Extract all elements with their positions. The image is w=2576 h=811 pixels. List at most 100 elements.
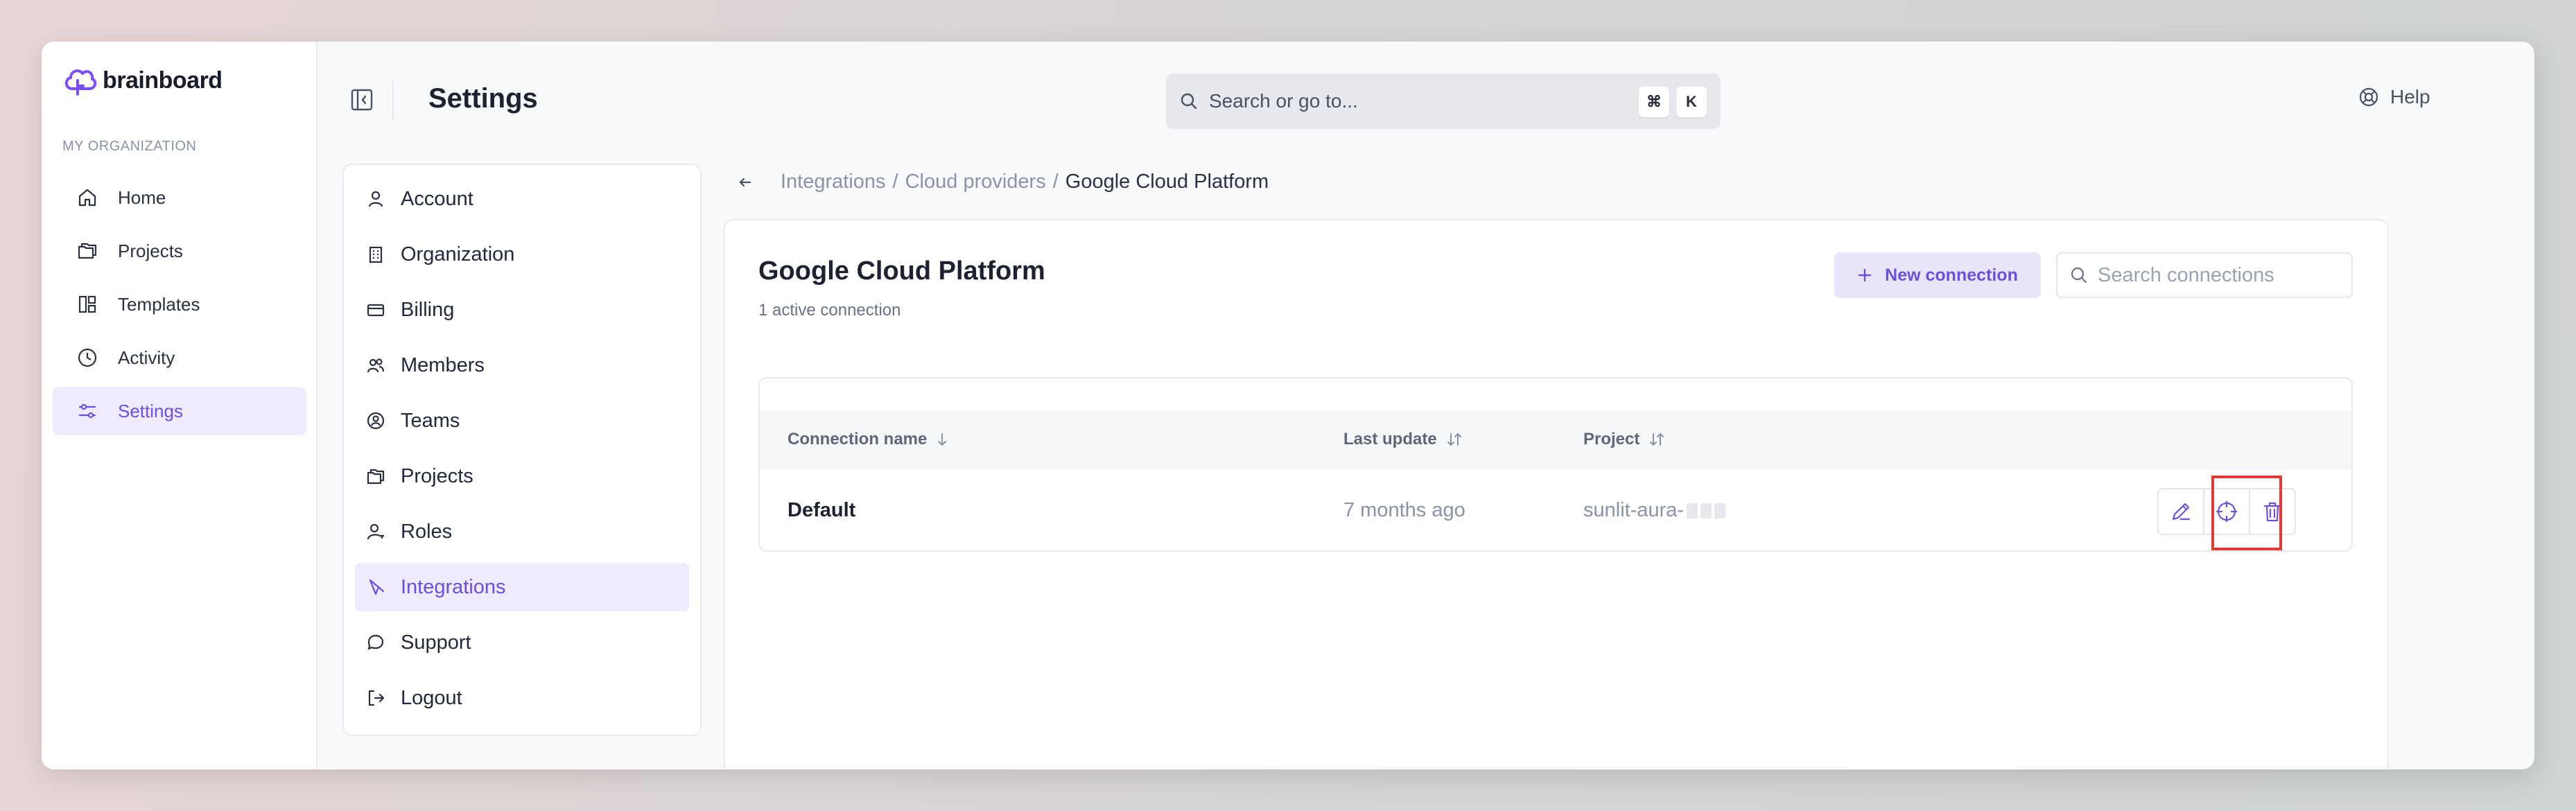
- search-icon: [2071, 267, 2087, 284]
- settings-item-label: Organization: [401, 243, 515, 265]
- settings-item-label: Members: [401, 354, 485, 376]
- settings-item-billing[interactable]: Billing: [355, 286, 689, 334]
- global-search[interactable]: Search or go to... ⌘ K: [1166, 73, 1721, 129]
- page-title: Settings: [428, 83, 538, 114]
- settings-item-projects[interactable]: Projects: [355, 452, 689, 500]
- column-connection-name[interactable]: Connection name: [787, 430, 949, 449]
- pencil-icon: [2172, 503, 2191, 521]
- new-connection-button[interactable]: New connection: [1834, 252, 2041, 298]
- settings-item-logout[interactable]: Logout: [355, 674, 689, 722]
- integrations-icon: [369, 579, 385, 595]
- breadcrumb-separator: /: [1052, 171, 1059, 193]
- sort-icon: [1650, 433, 1664, 446]
- home-icon: [78, 189, 96, 207]
- nav-item-label: Settings: [118, 400, 183, 421]
- breadcrumb-separator: /: [892, 171, 898, 193]
- settings-item-teams[interactable]: Teams: [355, 396, 689, 445]
- active-connections-count: 1 active connection: [758, 301, 901, 320]
- settings-item-label: Account: [401, 187, 473, 210]
- column-label: Last update: [1343, 430, 1437, 448]
- settings-item-members[interactable]: Members: [355, 341, 689, 390]
- provider-title: Google Cloud Platform: [758, 256, 1045, 286]
- column-label: Connection name: [787, 430, 928, 448]
- top-bar: Settings Search or go to... ⌘ K Help: [317, 42, 2534, 159]
- table-row[interactable]: Default 7 months ago sunlit-aura-: [760, 470, 2351, 550]
- shortcut-cmd-key: ⌘: [1639, 87, 1669, 117]
- nav-item-settings[interactable]: Settings: [53, 387, 306, 435]
- settings-item-label: Logout: [401, 686, 462, 709]
- breadcrumb-link-integrations[interactable]: Integrations: [781, 171, 886, 193]
- back-arrow-icon[interactable]: [735, 172, 756, 193]
- org-section-label: MY ORGANIZATION: [62, 139, 197, 154]
- set-default-connection-button[interactable]: [2203, 488, 2250, 535]
- user-key-icon: [367, 523, 384, 540]
- breadcrumb: Integrations / Cloud providers / Google …: [735, 171, 1269, 193]
- settings-item-label: Teams: [401, 409, 460, 432]
- nav-item-label: Projects: [118, 240, 183, 261]
- last-update-cell: 7 months ago: [1343, 499, 1465, 521]
- column-project[interactable]: Project: [1583, 430, 1666, 449]
- help-icon: [2359, 87, 2378, 107]
- connections-search-input[interactable]: [2098, 263, 2333, 287]
- connections-table: Connection name Last update Project Defa…: [758, 377, 2353, 552]
- header-divider: [392, 80, 394, 121]
- search-icon: [1181, 93, 1197, 110]
- project-id-text: sunlit-aura-: [1583, 499, 1685, 521]
- settings-item-integrations[interactable]: Integrations: [355, 563, 689, 611]
- edit-connection-button[interactable]: [2157, 488, 2204, 535]
- shortcut-k-key: K: [1676, 87, 1707, 117]
- settings-item-label: Billing: [401, 298, 455, 321]
- brainboard-logo-icon: [64, 69, 97, 96]
- settings-item-label: Roles: [401, 520, 453, 543]
- redacted-block: [1687, 503, 1698, 519]
- help-button[interactable]: Help: [2358, 86, 2430, 108]
- trash-icon: [2263, 502, 2281, 522]
- nav-item-label: Home: [118, 186, 166, 208]
- teams-icon: [367, 412, 385, 430]
- column-last-update[interactable]: Last update: [1343, 430, 1463, 449]
- settings-item-label: Integrations: [401, 575, 506, 598]
- collapse-sidebar-icon[interactable]: [349, 87, 374, 112]
- breadcrumb-link-cloud-providers[interactable]: Cloud providers: [905, 171, 1046, 193]
- settings-item-label: Projects: [401, 464, 473, 487]
- new-connection-label: New connection: [1885, 265, 2018, 285]
- nav-item-home[interactable]: Home: [53, 173, 306, 222]
- sort-icon: [1447, 433, 1461, 446]
- settings-item-account[interactable]: Account: [355, 175, 689, 223]
- templates-icon: [78, 295, 96, 313]
- row-actions: [2157, 488, 2296, 535]
- global-search-placeholder: Search or go to...: [1209, 90, 1358, 112]
- settings-menu: Account Organization Billing Members Tea…: [342, 164, 702, 736]
- connections-search[interactable]: [2056, 252, 2353, 298]
- users-icon: [367, 358, 385, 373]
- sort-down-icon: [938, 433, 947, 446]
- brand-logo[interactable]: brainboard: [62, 62, 223, 98]
- projects-icon: [367, 469, 385, 485]
- sliders-icon: [78, 403, 96, 419]
- delete-connection-button[interactable]: [2249, 488, 2296, 535]
- chat-icon: [367, 634, 384, 650]
- settings-item-organization[interactable]: Organization: [355, 230, 689, 279]
- nav-item-templates[interactable]: Templates: [53, 280, 306, 329]
- app-window: brainboard MY ORGANIZATION Home Projects…: [42, 42, 2534, 769]
- nav-item-activity[interactable]: Activity: [53, 333, 306, 382]
- building-icon: [369, 246, 383, 263]
- plus-icon: [1858, 268, 1872, 282]
- clock-icon: [78, 348, 97, 367]
- table-header: Connection name Last update Project: [760, 410, 2351, 470]
- help-label: Help: [2390, 86, 2430, 107]
- breadcrumb-current: Google Cloud Platform: [1065, 171, 1269, 193]
- settings-item-label: Support: [401, 631, 471, 654]
- nav-item-label: Activity: [118, 347, 175, 368]
- left-nav: brainboard MY ORGANIZATION Home Projects…: [42, 42, 317, 769]
- project-cell: sunlit-aura-: [1583, 499, 1726, 522]
- settings-item-support[interactable]: Support: [355, 618, 689, 667]
- connections-card: Google Cloud Platform 1 active connectio…: [724, 219, 2389, 769]
- nav-item-label: Templates: [118, 293, 200, 315]
- settings-item-roles[interactable]: Roles: [355, 507, 689, 556]
- redacted-block: [1714, 503, 1726, 519]
- redacted-block: [1700, 503, 1712, 519]
- column-label: Project: [1583, 430, 1640, 448]
- projects-icon: [78, 243, 97, 259]
- nav-item-projects[interactable]: Projects: [53, 227, 306, 275]
